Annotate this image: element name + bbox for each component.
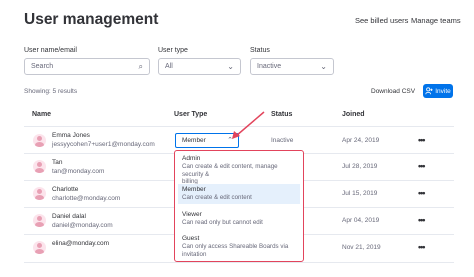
download-csv-link[interactable]: Download CSV [371, 88, 415, 95]
column-header-name[interactable]: Name [32, 111, 51, 118]
user-email: charlotte@monday.com [52, 195, 121, 202]
page-title: User management [24, 11, 159, 28]
option-viewer[interactable]: Viewer Can read only but cannot edit [178, 209, 300, 229]
option-description: Can only access Shareable Boards via [182, 243, 289, 250]
option-description: invitation [182, 250, 207, 258]
user-type-select[interactable]: Member ⌃ [175, 133, 239, 148]
user-type-filter-value: All [165, 63, 173, 70]
row-divider [24, 262, 454, 263]
invite-label: Invite [435, 87, 451, 95]
results-count: Showing: 5 results [24, 88, 78, 95]
column-header-status[interactable]: Status [271, 111, 292, 118]
user-type-dropdown: Admin Can create & edit content, manage … [174, 150, 304, 262]
avatar [33, 214, 46, 227]
user-type-value: Member [182, 137, 206, 144]
status-filter[interactable]: Inactive ⌄ [250, 58, 334, 75]
user-status: Inactive [271, 137, 294, 144]
user-email: tan@monday.com [52, 168, 105, 175]
user-joined: Nov 21, 2019 [342, 244, 381, 251]
option-admin[interactable]: Admin Can create & edit content, manage … [178, 153, 300, 188]
search-placeholder: Search [31, 63, 54, 70]
option-label: Member [182, 186, 206, 193]
user-joined: Jul 15, 2019 [342, 190, 378, 197]
user-email: elina@monday.com [52, 240, 110, 247]
option-member[interactable]: Member Can create & edit content [178, 184, 300, 204]
chevron-up-icon: ⌃ [227, 137, 233, 144]
avatar [33, 160, 46, 173]
more-dots-icon[interactable]: ••• [418, 215, 426, 225]
user-joined: Apr 04, 2019 [342, 217, 380, 224]
option-description: Can read only but cannot edit [182, 219, 263, 226]
user-joined: Jul 28, 2019 [342, 163, 378, 170]
more-dots-icon[interactable]: ••• [418, 242, 426, 252]
user-email: jessyycohen7+user1@monday.com [52, 141, 155, 148]
avatar [33, 187, 46, 200]
user-name: Charlotte [52, 186, 79, 193]
name-filter-label: User name/email [24, 47, 77, 54]
user-email: daniel@monday.com [52, 222, 113, 229]
manage-teams-link[interactable]: Manage teams [411, 16, 461, 25]
avatar [33, 241, 46, 254]
chevron-down-icon: ⌄ [227, 62, 234, 71]
search-input[interactable]: Search ⌕ [24, 58, 150, 75]
add-person-icon [425, 87, 433, 95]
chevron-down-icon: ⌄ [320, 62, 327, 71]
option-description: Can create & edit content, manage securi… [182, 163, 278, 178]
more-dots-icon[interactable]: ••• [418, 188, 426, 198]
header-divider [24, 126, 454, 127]
status-filter-value: Inactive [257, 63, 282, 70]
type-filter-label: User type [158, 47, 188, 54]
option-description: Can create & edit content [182, 194, 252, 201]
search-icon: ⌕ [138, 62, 143, 71]
user-joined: Apr 24, 2019 [342, 137, 380, 144]
more-dots-icon[interactable]: ••• [418, 161, 426, 171]
option-label: Guest [182, 235, 200, 242]
see-billed-users-link[interactable]: See billed users [355, 16, 408, 25]
option-label: Viewer [182, 211, 202, 218]
user-name: Emma Jones [52, 132, 90, 139]
user-type-filter[interactable]: All ⌄ [158, 58, 241, 75]
user-name: Daniel dalal [52, 213, 86, 220]
invite-button[interactable]: Invite [423, 84, 453, 98]
user-name: Tan [52, 159, 63, 166]
more-dots-icon[interactable]: ••• [418, 135, 426, 145]
column-header-joined[interactable]: Joined [342, 111, 365, 118]
column-header-user-type[interactable]: User Type [174, 111, 207, 118]
option-label: Admin [182, 155, 201, 162]
option-guest[interactable]: Guest Can only access Shareable Boards v… [178, 233, 300, 260]
avatar [33, 134, 46, 147]
status-filter-label: Status [250, 47, 270, 54]
